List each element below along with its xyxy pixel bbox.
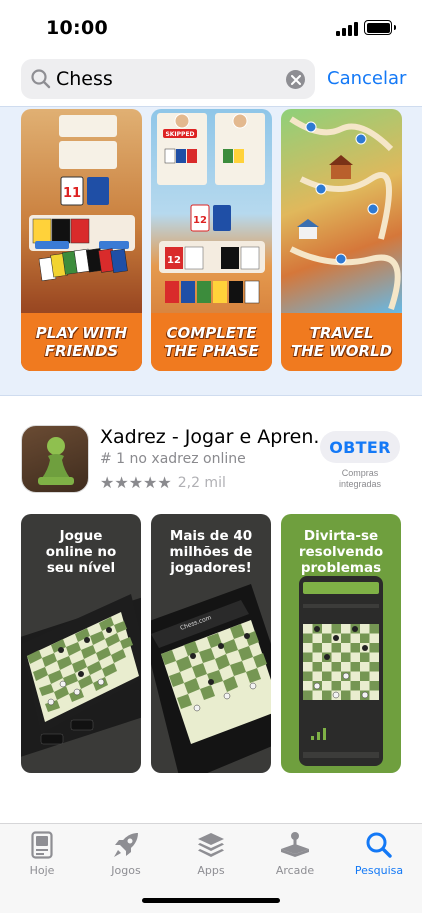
tab-today[interactable]: Hoje (7, 830, 77, 877)
tab-apps-label: Apps (197, 864, 225, 877)
chess-pawn-icon (38, 437, 74, 485)
phone-chessboard-art: Chess.com (151, 584, 271, 773)
tab-arcade[interactable]: Arcade (260, 830, 330, 877)
app-screenshot-3[interactable]: Divirta-se resolvendo problemas (281, 514, 401, 773)
app-screenshot-2[interactable]: Mais de 40 milhões de jogadores! Chess.c… (151, 514, 271, 773)
screenshot-title-3: Divirta-se resolvendo problemas (298, 528, 384, 576)
search-icon (366, 832, 392, 858)
ad-caption-2: COMPLETE THE PHASE (151, 313, 272, 371)
tab-today-label: Hoje (29, 864, 55, 877)
ad-screenshot-3[interactable]: TRAVEL THE WORLD (281, 109, 402, 371)
status-bar: 10:00 (0, 0, 422, 56)
svg-text:12: 12 (167, 255, 181, 266)
today-icon (31, 831, 53, 859)
app-name[interactable]: Xadrez - Jogar e Apren... (100, 426, 332, 448)
search-query: Chess (56, 68, 113, 90)
card-game-art: SKIPPED 12 12 (157, 113, 265, 304)
ad-screenshot-1[interactable]: 11 PLAY WITH FRIENDS (21, 109, 142, 371)
clear-search-icon[interactable] (286, 70, 305, 89)
ad-caption-3: TRAVEL THE WORLD (281, 313, 402, 371)
card-game-art: 11 (29, 115, 135, 282)
tab-games-label: Jogos (111, 864, 141, 877)
world-map-art (289, 116, 401, 310)
screenshot-title-2: Mais de 40 milhões de jogadores! (169, 528, 253, 576)
tab-games[interactable]: Jogos (91, 830, 161, 877)
magnifier-icon (31, 69, 51, 89)
rocket-icon (114, 833, 138, 857)
rating-stars: ★★★★★ (100, 475, 172, 492)
status-time: 10:00 (46, 17, 108, 39)
get-button[interactable]: OBTER (320, 431, 400, 463)
chessboard-art (21, 591, 141, 761)
tab-arcade-label: Arcade (275, 864, 315, 877)
app-icon[interactable] (21, 425, 89, 493)
tab-apps[interactable]: Apps (176, 830, 246, 877)
tab-search[interactable]: Pesquisa (344, 830, 414, 877)
svg-text:12: 12 (193, 215, 207, 226)
ad-screenshot-2[interactable]: SKIPPED 12 12 COMPLETE THE PHASE (151, 109, 272, 371)
stack-icon (198, 833, 224, 857)
cellular-signal-icon (336, 22, 358, 36)
rating-count: 2,2 mil (177, 475, 226, 491)
in-app-purchases-note: Compras integradas (338, 468, 382, 489)
search-input[interactable]: Chess (21, 59, 315, 99)
tab-search-label: Pesquisa (354, 864, 404, 877)
ad-caption-1: PLAY WITH FRIENDS (21, 313, 142, 371)
app-rating: ★★★★★ 2,2 mil (100, 473, 226, 493)
cancel-button[interactable]: Cancelar (327, 68, 406, 89)
screenshot-title-1: Jogue online no seu nível (45, 528, 117, 576)
ad-banner[interactable]: 11 PLAY WITH FRIENDS SKIPPED 12 12 COMPL… (0, 106, 422, 396)
app-screenshot-1[interactable]: Jogue online no seu nível (21, 514, 141, 773)
home-indicator[interactable] (142, 898, 280, 903)
puzzle-phone-art (299, 576, 383, 766)
svg-text:SKIPPED: SKIPPED (165, 131, 194, 138)
svg-text:11: 11 (63, 186, 81, 201)
battery-icon (364, 20, 396, 35)
app-subtitle: # 1 no xadrez online (100, 451, 246, 467)
joystick-icon (281, 832, 309, 857)
